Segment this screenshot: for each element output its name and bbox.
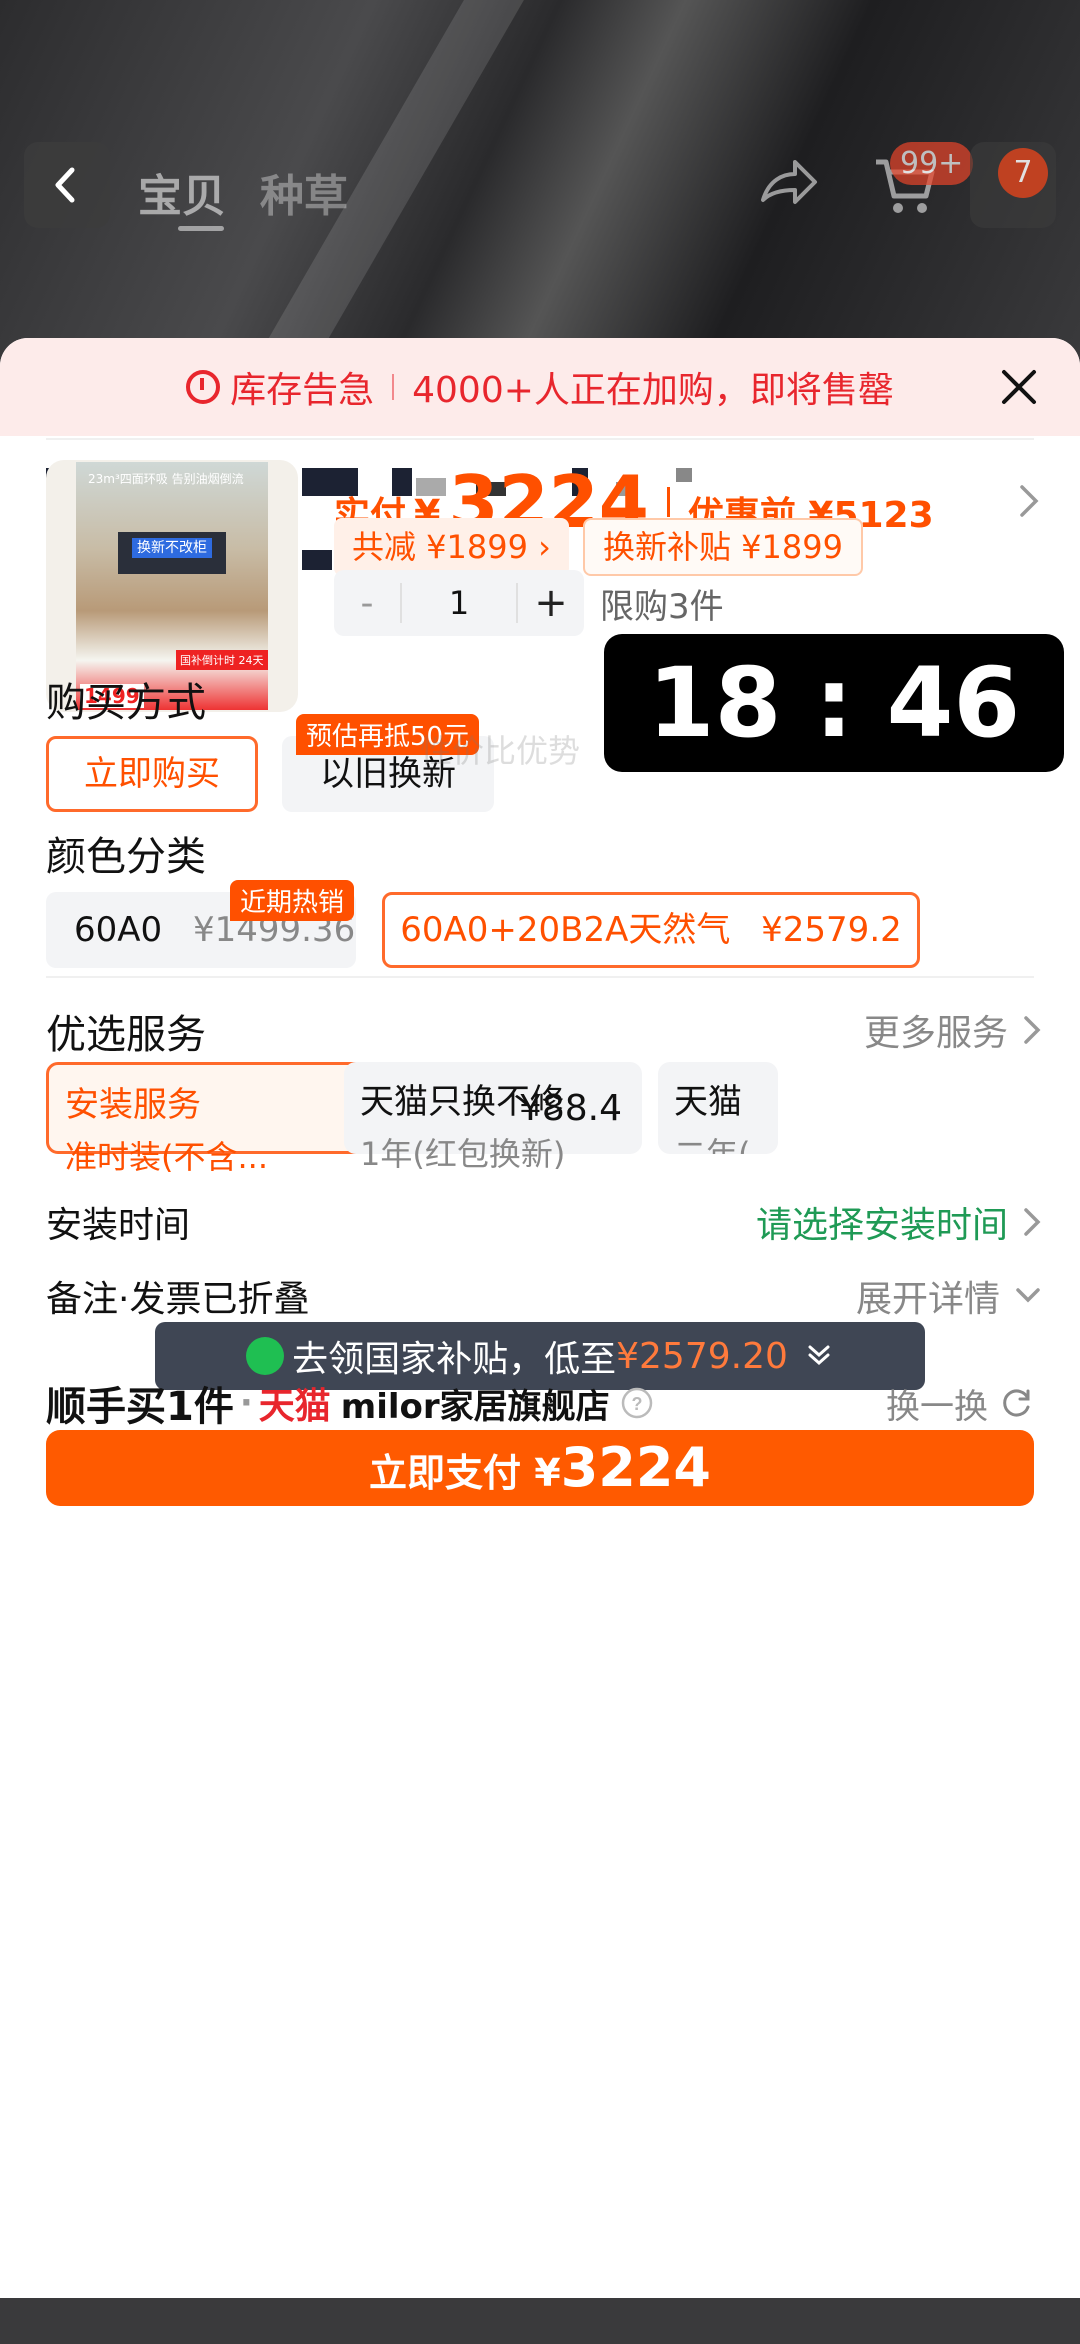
dot-separator: · (239, 1383, 253, 1423)
thumb-headline: 23m³四面环吸 告别油烟倒流 (88, 472, 244, 486)
svg-text:?: ? (631, 1394, 642, 1414)
quantity-stepper: - 1 + (334, 570, 584, 636)
subsidy-text: 去领国家补贴，低至 (292, 1339, 617, 1380)
store-name[interactable]: milor家居旗舰店 (341, 1379, 610, 1428)
price-separator (666, 487, 670, 517)
service-card-third[interactable]: 天猫 二年( (658, 1062, 778, 1154)
stock-alert-bar: 库存告急 4000+人正在加购，即将售罄 (0, 338, 1080, 436)
top-tabs: 宝贝 种草 (138, 160, 348, 231)
hot-sale-badge: 近期热销 (230, 880, 355, 921)
swap-label[interactable]: 换一换 (886, 1379, 988, 1428)
expand-details[interactable]: 展开详情 (856, 1270, 1042, 1322)
thumb-tag: 换新不改柜 (132, 538, 212, 558)
decrease-button[interactable]: - (334, 583, 400, 624)
message-count-badge: 7 (998, 148, 1048, 198)
alert-separator (392, 374, 395, 400)
pay-button-amount: 3224 (560, 1436, 711, 1499)
quantity-value[interactable]: 1 (400, 583, 518, 623)
close-icon[interactable] (998, 366, 1040, 408)
subsidy-icon (246, 1337, 285, 1375)
increase-button[interactable]: + (518, 580, 584, 626)
back-button[interactable] (24, 142, 110, 228)
tab-baobei[interactable]: 宝贝 (138, 160, 226, 231)
install-time-action: 请选择安装时间 (755, 1205, 1008, 1246)
subsidy-tag: 换新补贴 ¥1899 (582, 518, 863, 576)
discount-tag[interactable]: 共减 ¥1899 › (334, 518, 569, 576)
chevron-left-icon (55, 167, 75, 203)
expand-details-label: 展开详情 (855, 1279, 1000, 1320)
color-title: 颜色分类 (46, 834, 206, 880)
chevron-right-icon (1024, 1208, 1041, 1236)
select-install-time[interactable]: 请选择安装时间 (756, 1196, 1042, 1248)
share-icon[interactable] (755, 150, 821, 216)
service-card-subtitle: 二年( (674, 1135, 751, 1154)
subsidy-price: ¥2579.20 (616, 1335, 788, 1377)
pay-button-label: 立即支付 ¥ (369, 1451, 561, 1495)
refresh-icon[interactable] (998, 1385, 1034, 1421)
service-card-price: ¥88.4 (518, 1088, 622, 1129)
chevron-right-icon (1024, 1016, 1041, 1044)
countdown-timer: 18 : 46 (604, 634, 1064, 772)
watermark: 性价比优势 (420, 732, 581, 770)
discount-tags: 共减 ¥1899 › 换新补贴 ¥1899 (334, 518, 863, 576)
color-option-60a0-20b2a[interactable]: 60A0+20B2A天然气 ¥2579.2 (382, 892, 920, 968)
purchase-limit: 限购3件 (600, 586, 724, 627)
system-nav-bar (0, 2298, 1080, 2344)
service-card-title: 天猫 (674, 1082, 742, 1122)
chevron-down-icon (1016, 1288, 1040, 1303)
install-time-label: 安装时间 (46, 1205, 191, 1246)
cart-count-badge: 99+ (890, 142, 974, 185)
chevron-right-icon[interactable] (1018, 483, 1040, 519)
color-option-name: 60A0 (74, 910, 163, 950)
service-card-replace[interactable]: 天猫只换不修 1年(红包换新) ¥88.4 (344, 1062, 642, 1173)
address-divider-line (46, 438, 1034, 440)
more-services-link[interactable]: 更多服务 (864, 1004, 1042, 1056)
thumb-countdown: 国补倒计时 24天 (176, 650, 268, 670)
more-services-label: 更多服务 (863, 1013, 1008, 1054)
service-card-subtitle: 1年(红包换新) (360, 1135, 566, 1173)
alarm-clock-icon (186, 370, 221, 404)
section-divider (46, 976, 1034, 978)
color-option-price-selected: ¥2579.2 (761, 910, 902, 950)
stock-alert-label: 库存告急 (230, 370, 375, 411)
help-icon[interactable]: ? (620, 1386, 654, 1420)
service-title: 优选服务 (46, 1012, 206, 1058)
pay-now-button[interactable]: 立即支付 ¥ 3224 (46, 1430, 1034, 1506)
purchase-method-title: 购买方式 (46, 680, 206, 726)
quantity-row: - 1 + 限购3件 (334, 570, 724, 636)
tmall-logo: 天猫 (258, 1386, 331, 1427)
tab-zhongcao[interactable]: 种草 (260, 160, 348, 224)
option-buy-now[interactable]: 立即购买 (46, 736, 258, 812)
buy-one-label: 顺手买1件 (46, 1384, 234, 1430)
color-option-name-selected: 60A0+20B2A天然气 (400, 910, 731, 950)
double-chevron-down-icon (808, 1345, 830, 1366)
store-row: 顺手买1件 · 天猫 milor家居旗舰店 ? 换一换 (46, 1378, 1034, 1430)
remarks-label: 备注·发票已折叠 (46, 1279, 310, 1320)
stock-alert-text: 4000+人正在加购，即将售罄 (412, 370, 894, 411)
